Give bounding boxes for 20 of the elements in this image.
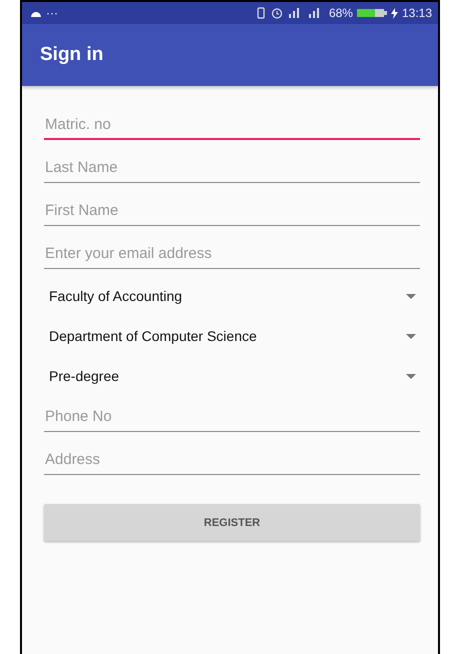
dropdown-arrow-icon	[406, 334, 416, 338]
alarm-icon	[270, 7, 283, 19]
battery-percent: 68%	[328, 6, 353, 20]
app-bar-title: Sign in	[40, 44, 104, 66]
text-field[interactable]: Phone No	[44, 400, 420, 432]
dropdown[interactable]: Faculty of Accounting	[44, 280, 420, 312]
text-field[interactable]: Address	[44, 443, 420, 475]
text-field[interactable]: Enter your email address	[44, 237, 420, 269]
register-button[interactable]: REGISTER	[44, 504, 420, 541]
charging-icon	[390, 8, 398, 18]
notification-dots: ···	[46, 6, 58, 20]
clock: 13:13	[402, 6, 432, 20]
battery-icon	[356, 8, 387, 18]
text-field[interactable]: Last Name	[44, 151, 420, 183]
text-field[interactable]: First Name	[44, 194, 420, 226]
dropdown[interactable]: Department of Computer Science	[44, 320, 420, 352]
dropdown-arrow-icon	[406, 294, 416, 298]
dropdown[interactable]: Pre-degree	[44, 360, 420, 392]
text-field[interactable]: Matric. no	[44, 108, 420, 140]
dropdown-arrow-icon	[406, 374, 416, 378]
